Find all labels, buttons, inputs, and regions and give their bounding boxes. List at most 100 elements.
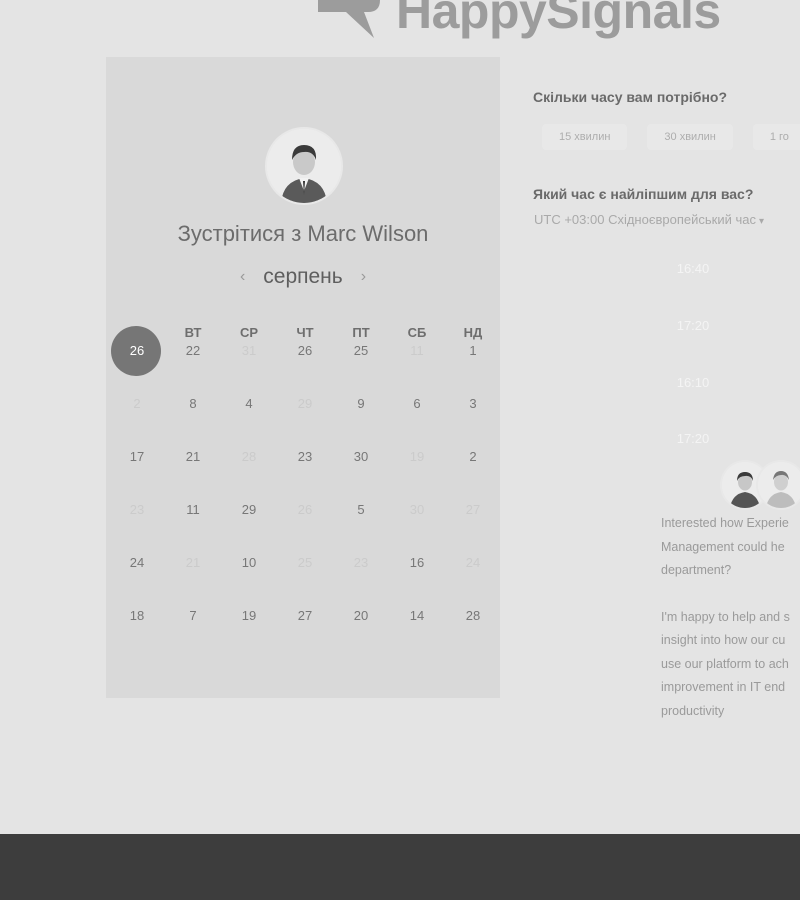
time-slot[interactable]: 16:40: [660, 261, 726, 276]
day-number: 4: [245, 396, 253, 411]
weekday-label: СР: [239, 325, 259, 340]
bio-line: Interested how Experie: [661, 516, 789, 530]
calendar-day[interactable]: 18: [109, 604, 165, 628]
calendar-day[interactable]: 20: [333, 604, 389, 628]
selected-day[interactable]: 26: [109, 326, 165, 376]
weekday-label: СБ: [407, 325, 427, 340]
calendar-day[interactable]: 28: [445, 604, 501, 628]
calendar-day: 27: [445, 498, 501, 522]
meeting-title: Зустрітися з Marc Wilson: [177, 221, 429, 246]
calendar-day[interactable]: 10: [221, 551, 277, 575]
calendar-day[interactable]: 17: [109, 445, 165, 469]
calendar-day[interactable]: 7: [165, 604, 221, 628]
calendar-day[interactable]: 11: [165, 498, 221, 522]
calendar-day: 31: [221, 339, 277, 363]
duration-option-15[interactable]: 15 хвилин: [542, 124, 628, 150]
calendar-day[interactable]: 6: [389, 392, 445, 416]
brand-name: HappySignals: [396, 0, 721, 39]
calendar-day[interactable]: 23: [277, 445, 333, 469]
month-label: серпень: [263, 265, 343, 288]
duration-option-60[interactable]: 1 го: [752, 124, 800, 150]
bio-line: Management could he: [661, 539, 785, 554]
calendar-day[interactable]: 24: [109, 551, 165, 575]
calendar-day: 2: [109, 392, 165, 416]
calendar-day[interactable]: 3: [445, 392, 501, 416]
weekday-label: НД: [463, 325, 483, 340]
team-avatars: [722, 462, 800, 508]
time-slot[interactable]: 17:20: [660, 318, 726, 333]
day-number: 31: [241, 343, 257, 358]
avatar: [758, 462, 800, 508]
calendar-day[interactable]: 16: [389, 551, 445, 575]
calendar-day: 23: [333, 551, 389, 575]
day-number: 14: [409, 608, 425, 623]
footer-bar: [0, 834, 800, 900]
weekday-label: ВТ: [184, 325, 202, 340]
calendar-day[interactable]: 14: [389, 604, 445, 628]
calendar-day: 11: [389, 339, 445, 363]
calendar-day: 28: [221, 445, 277, 469]
calendar-day: 30: [389, 498, 445, 522]
calendar-day[interactable]: 25: [333, 339, 389, 363]
day-number: 8: [189, 396, 197, 411]
calendar-day[interactable]: 30: [333, 445, 389, 469]
calendar-day[interactable]: 26: [277, 339, 333, 363]
time-slot[interactable]: 17:20: [660, 431, 726, 446]
weekday-header: ПН ВТ СР ЧТ ПТ СБ НД: [109, 325, 501, 340]
calendar-panel: Зустрітися з Marc Wilson ‹ серпень › ПН …: [106, 57, 500, 698]
calendar-week-row: 26 22 31 26 25 11 1: [109, 326, 501, 376]
day-number: 28: [241, 449, 257, 464]
calendar-day[interactable]: 9: [333, 392, 389, 416]
person-photo-icon: [758, 462, 800, 508]
bio-line: use our platform to ach: [661, 656, 789, 671]
timezone-select[interactable]: UTC +03:00 Східноєвропейський час ▾: [534, 212, 764, 227]
day-number: 29: [297, 396, 313, 411]
day-number: 30: [353, 449, 369, 464]
host-avatar: [267, 129, 341, 203]
day-number: 28: [465, 608, 481, 623]
day-number: 20: [353, 608, 369, 623]
chevron-down-icon: ▾: [758, 216, 764, 227]
day-number: 24: [465, 555, 481, 570]
day-number: 5: [357, 502, 365, 517]
calendar-day[interactable]: 29: [221, 498, 277, 522]
day-number: 17: [129, 449, 145, 464]
calendar-day: 19: [389, 445, 445, 469]
day-number: 27: [297, 608, 313, 623]
day-number: 7: [189, 608, 197, 623]
time-slot[interactable]: 16:10: [660, 375, 726, 390]
calendar-day[interactable]: 4: [221, 392, 277, 416]
weekday-label: ЧТ: [296, 325, 314, 340]
day-number: 26: [297, 343, 313, 358]
calendar-day[interactable]: 21: [165, 445, 221, 469]
day-number: 19: [241, 608, 257, 623]
bio-line: improvement in IT end: [661, 680, 786, 694]
weekday-label: ПТ: [352, 325, 370, 340]
calendar-day[interactable]: 8: [165, 392, 221, 416]
day-number: 19: [409, 449, 425, 464]
bio-line: productivity: [661, 703, 725, 718]
calendar-day[interactable]: 19: [221, 604, 277, 628]
duration-options: 15 хвилин 30 хвилин 1 го: [542, 124, 800, 150]
day-number: 23: [297, 449, 313, 464]
calendar-day[interactable]: 27: [277, 604, 333, 628]
calendar-day: 29: [277, 392, 333, 416]
calendar-day[interactable]: 2: [445, 445, 501, 469]
day-number: 27: [465, 502, 481, 517]
calendar-day[interactable]: 22: [165, 339, 221, 363]
calendar-day[interactable]: 5: [333, 498, 389, 522]
day-number: 25: [297, 555, 313, 570]
bio-line: I'm happy to help and s: [661, 609, 790, 624]
day-number: 23: [129, 502, 145, 517]
next-month-icon[interactable]: ›: [357, 268, 370, 286]
day-number: 26: [129, 343, 145, 358]
duration-option-30[interactable]: 30 хвилин: [647, 124, 733, 150]
calendar-week-row: 18 7 19 27 20 14 28: [109, 604, 501, 628]
happysignals-logo[interactable]: HappySignals: [312, 0, 721, 42]
calendar-day: 24: [445, 551, 501, 575]
calendar-day: 26: [277, 498, 333, 522]
prev-month-icon[interactable]: ‹: [236, 268, 249, 286]
day-number: 25: [353, 343, 369, 358]
bio-line: department?: [661, 563, 732, 577]
calendar-day[interactable]: 1: [445, 339, 501, 363]
